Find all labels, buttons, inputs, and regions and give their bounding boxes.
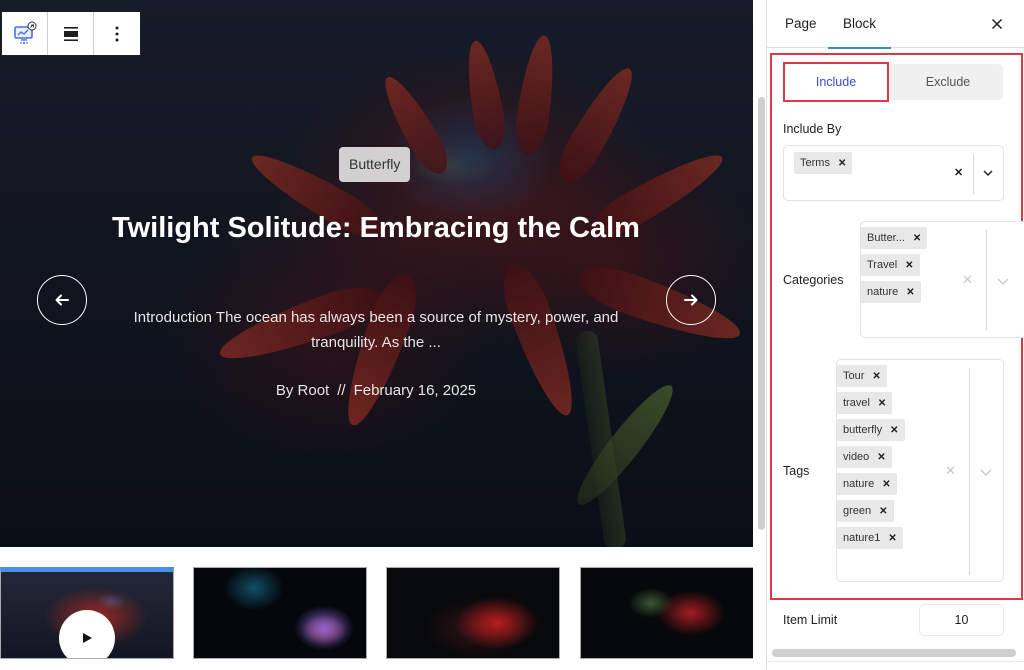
remove-chip-icon[interactable]: ✕: [905, 255, 913, 277]
tags-label: Tags: [783, 464, 810, 478]
play-icon: [83, 633, 92, 643]
thumbnail-1[interactable]: [0, 567, 174, 659]
remove-chip-icon[interactable]: ✕: [888, 528, 896, 550]
canvas-scrollbar[interactable]: [758, 97, 765, 530]
slide-title[interactable]: Twilight Solitude: Embracing the Calm: [110, 208, 642, 248]
remove-chip-icon[interactable]: ✕: [878, 393, 886, 415]
slide-date: February 16, 2025: [353, 382, 477, 399]
arrow-right-icon: [684, 294, 698, 306]
exclude-toggle-button[interactable]: Exclude: [893, 64, 1003, 100]
arrow-left-icon: [55, 294, 69, 306]
slider-chart-icon: [13, 21, 36, 44]
thumbnail-4[interactable]: [580, 567, 753, 659]
block-toolbar: [1, 11, 141, 56]
slide-meta: By Root // February 16, 2025: [110, 380, 642, 402]
remove-chip-icon[interactable]: ✕: [890, 420, 898, 442]
close-icon: [991, 18, 1003, 30]
tags-select[interactable]: Tour ✕ travel ✕ butterfly ✕ video ✕ nature ✕ …: [836, 359, 1004, 582]
hero-overlay: [0, 0, 753, 547]
close-sidebar-button[interactable]: [985, 12, 1009, 36]
item-limit-label: Item Limit: [783, 613, 838, 627]
category-badge[interactable]: Butterfly: [339, 147, 411, 182]
thumbnail-2[interactable]: [193, 567, 367, 659]
sidebar-bottom-divider: [767, 661, 1024, 662]
hero-slide: Butterfly Twilight Solitude: Embracing t…: [0, 0, 753, 547]
remove-chip-icon[interactable]: ✕: [877, 447, 885, 469]
select-divider: [969, 368, 970, 575]
item-limit-input[interactable]: 10: [919, 604, 1004, 636]
play-video-button[interactable]: [59, 610, 115, 658]
more-options-button[interactable]: [94, 12, 140, 55]
align-button[interactable]: [48, 12, 94, 55]
chevron-down-icon[interactable]: [997, 278, 1009, 285]
include-exclude-toggle: Include Exclude: [783, 62, 1003, 102]
remove-chip-icon[interactable]: ✕: [913, 228, 921, 250]
thumbnail-strip: [0, 567, 753, 660]
categories-select[interactable]: Butter... ✕ Travel ✕ nature ✕ ✕: [860, 221, 1024, 338]
next-slide-button[interactable]: [666, 275, 716, 325]
select-divider: [973, 154, 974, 194]
remove-chip-icon[interactable]: ✕: [906, 282, 914, 304]
editor-canvas: Butterfly Twilight Solitude: Embracing t…: [0, 0, 766, 670]
chevron-down-icon[interactable]: [980, 469, 992, 476]
category-chip: Travel ✕: [861, 254, 920, 276]
category-chip: Butter... ✕: [861, 227, 928, 250]
include-by-select[interactable]: Terms ✕ ✕: [783, 145, 1004, 201]
include-toggle-button[interactable]: Include: [783, 62, 889, 102]
previous-slide-button[interactable]: [37, 275, 87, 325]
select-divider: [986, 230, 987, 330]
remove-chip-icon[interactable]: ✕: [838, 153, 846, 175]
thumbnail-3[interactable]: [386, 567, 560, 659]
remove-chip-icon[interactable]: ✕: [879, 501, 887, 523]
include-by-label: Include By: [783, 122, 842, 136]
block-type-button[interactable]: [2, 12, 48, 55]
tab-block[interactable]: Block: [828, 0, 891, 49]
tag-chip: nature1 ✕: [837, 527, 903, 549]
sidebar-horizontal-scrollbar[interactable]: [772, 649, 1016, 657]
tag-chip: Tour ✕: [837, 365, 887, 387]
categories-label: Categories: [783, 273, 844, 287]
category-chip: nature ✕: [861, 281, 921, 303]
slide-excerpt: Introduction The ocean has always been a…: [133, 309, 619, 351]
settings-sidebar: Page Block Include Exclude Include By Te…: [766, 0, 1024, 670]
clear-selection-icon[interactable]: ✕: [954, 166, 963, 179]
tag-chip: nature ✕: [837, 473, 897, 495]
slide-author[interactable]: By Root: [276, 382, 329, 399]
include-by-chip: Terms ✕: [794, 152, 853, 175]
tag-chip: travel ✕: [837, 392, 893, 415]
clear-selection-icon[interactable]: ✕: [945, 463, 956, 479]
tag-chip: green ✕: [837, 500, 894, 522]
sidebar-tabs: Page Block: [767, 0, 1024, 49]
remove-chip-icon[interactable]: ✕: [872, 366, 880, 388]
remove-chip-icon[interactable]: ✕: [882, 474, 890, 496]
tag-chip: butterfly ✕: [837, 419, 905, 441]
more-vertical-icon: [115, 26, 119, 41]
chevron-down-icon[interactable]: [983, 170, 993, 176]
tag-chip: video ✕: [837, 446, 892, 468]
meta-separator: //: [337, 382, 346, 399]
editor-window: Butterfly Twilight Solitude: Embracing t…: [0, 0, 1024, 670]
align-full-icon: [63, 26, 78, 41]
tab-page[interactable]: Page: [783, 0, 819, 48]
clear-selection-icon[interactable]: ✕: [962, 272, 973, 288]
